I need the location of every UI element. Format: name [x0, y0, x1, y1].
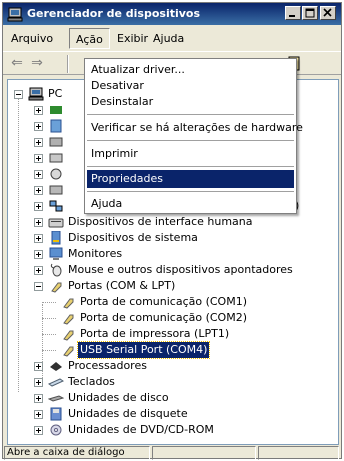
cdrom-icon	[50, 424, 62, 436]
status-text: Abre a caixa de diálogo	[4, 446, 150, 460]
expand-icon[interactable]	[34, 394, 43, 403]
menu-item-imprimir[interactable]: Imprimir	[87, 145, 294, 163]
expand-icon[interactable]	[34, 218, 43, 227]
expand-icon[interactable]	[34, 266, 43, 275]
tree-guide-line	[42, 302, 56, 303]
tree-item-label: Teclados	[68, 375, 115, 388]
expand-icon[interactable]	[34, 170, 43, 179]
toolbar-separator	[67, 55, 69, 73]
collapse-icon[interactable]	[34, 282, 43, 291]
hid-icon	[48, 218, 64, 228]
floppy-icon	[50, 407, 62, 421]
tree-root-label: PC	[48, 87, 63, 100]
tree-item-label: Dispositivos de sistema	[68, 231, 198, 244]
port-icon	[63, 298, 74, 309]
tree-item-label: Porta de impressora (LPT1)	[80, 327, 230, 340]
computer-icon	[50, 119, 62, 133]
expand-icon[interactable]	[34, 250, 43, 259]
maximize-icon	[305, 8, 315, 18]
expand-icon[interactable]	[34, 202, 43, 211]
expand-icon[interactable]	[34, 410, 43, 419]
expand-icon[interactable]	[34, 426, 43, 435]
minimize-icon	[289, 15, 295, 17]
close-icon	[323, 8, 332, 17]
expand-icon[interactable]	[34, 378, 43, 387]
expand-icon[interactable]	[34, 106, 43, 115]
collapse-icon[interactable]	[14, 90, 23, 99]
ide-icon	[49, 153, 63, 163]
tree-item-label: Porta de comunicação (COM1)	[80, 295, 247, 308]
network-icon	[49, 200, 63, 212]
tree-item-label: Portas (COM & LPT)	[68, 279, 176, 292]
computer-icon	[28, 87, 44, 101]
port-icon	[63, 330, 74, 341]
sound-icon	[50, 168, 62, 180]
tree-item-label: Monitores	[68, 247, 123, 260]
menu-arquivo[interactable]: Arquivo	[5, 31, 59, 47]
storage-icon	[49, 185, 63, 195]
expand-icon[interactable]	[34, 362, 43, 371]
disk-icon	[48, 395, 64, 402]
processor-icon	[50, 362, 62, 371]
menu-item-verificar-hardware[interactable]: Verificar se há alterações de hardware	[87, 119, 303, 137]
tree-item-label: Unidades de disquete	[68, 407, 188, 420]
tree-item-label: Unidades de DVD/CD-ROM	[68, 423, 214, 436]
menu-separator	[87, 140, 294, 142]
acao-dropdown-menu: Atualizar driver... Desativar Desinstala…	[84, 58, 303, 214]
tree-guide-line	[18, 92, 19, 392]
keyboard-icon	[48, 378, 64, 387]
device-manager-window: Gerenciador de dispositivos Arquivo Ação…	[2, 2, 342, 460]
tree-guide-line	[42, 318, 56, 319]
menu-bar: Arquivo Ação Exibir Ajuda	[3, 27, 341, 49]
disk-controller-icon	[49, 137, 63, 147]
menu-item-ajuda[interactable]: Ajuda	[87, 195, 294, 213]
menu-item-propriedades[interactable]: Propriedades	[87, 170, 294, 188]
status-bar: Abre a caixa de diálogo	[3, 446, 341, 460]
title-bar[interactable]: Gerenciador de dispositivos	[3, 3, 341, 25]
monitor-icon	[49, 247, 63, 260]
expand-icon[interactable]	[34, 154, 43, 163]
menu-separator	[87, 191, 294, 193]
maximize-button[interactable]	[302, 6, 318, 20]
status-panel	[152, 446, 256, 460]
system-devices-icon	[51, 231, 61, 245]
tree-item-label: Mouse e outros dispositivos apontadores	[68, 263, 293, 276]
tree-item-label: Processadores	[68, 359, 147, 372]
port-icon	[63, 314, 74, 325]
tree-item-label: Dispositivos de interface humana	[68, 215, 253, 228]
tree-guide-line	[42, 350, 56, 351]
menu-item-desinstalar[interactable]: Desinstalar	[87, 93, 294, 111]
window-title: Gerenciador de dispositivos	[27, 7, 201, 20]
status-panel	[258, 446, 339, 460]
port-icon	[63, 346, 74, 357]
expand-icon[interactable]	[34, 234, 43, 243]
close-button[interactable]	[320, 6, 336, 20]
menu-ajuda[interactable]: Ajuda	[147, 31, 190, 47]
menu-separator	[87, 166, 294, 168]
minimize-button[interactable]	[285, 6, 301, 20]
forward-arrow-icon[interactable]: ⇒	[29, 56, 45, 72]
tree-item-label: USB Serial Port (COM4)	[76, 341, 211, 359]
menu-acao[interactable]: Ação	[69, 28, 110, 49]
tree-item-label: Unidades de disco	[68, 391, 169, 404]
port-icon	[51, 282, 62, 293]
menu-separator	[87, 114, 294, 116]
device-manager-icon	[7, 7, 23, 22]
tree-guide-line	[42, 334, 56, 335]
tree-item-label: Porta de comunicação (COM2)	[80, 311, 247, 324]
mouse-icon	[50, 263, 62, 277]
battery-icon	[50, 106, 62, 114]
expand-icon[interactable]	[34, 138, 43, 147]
expand-icon[interactable]	[34, 122, 43, 131]
expand-icon[interactable]	[34, 186, 43, 195]
back-arrow-icon[interactable]: ⇐	[9, 56, 25, 72]
